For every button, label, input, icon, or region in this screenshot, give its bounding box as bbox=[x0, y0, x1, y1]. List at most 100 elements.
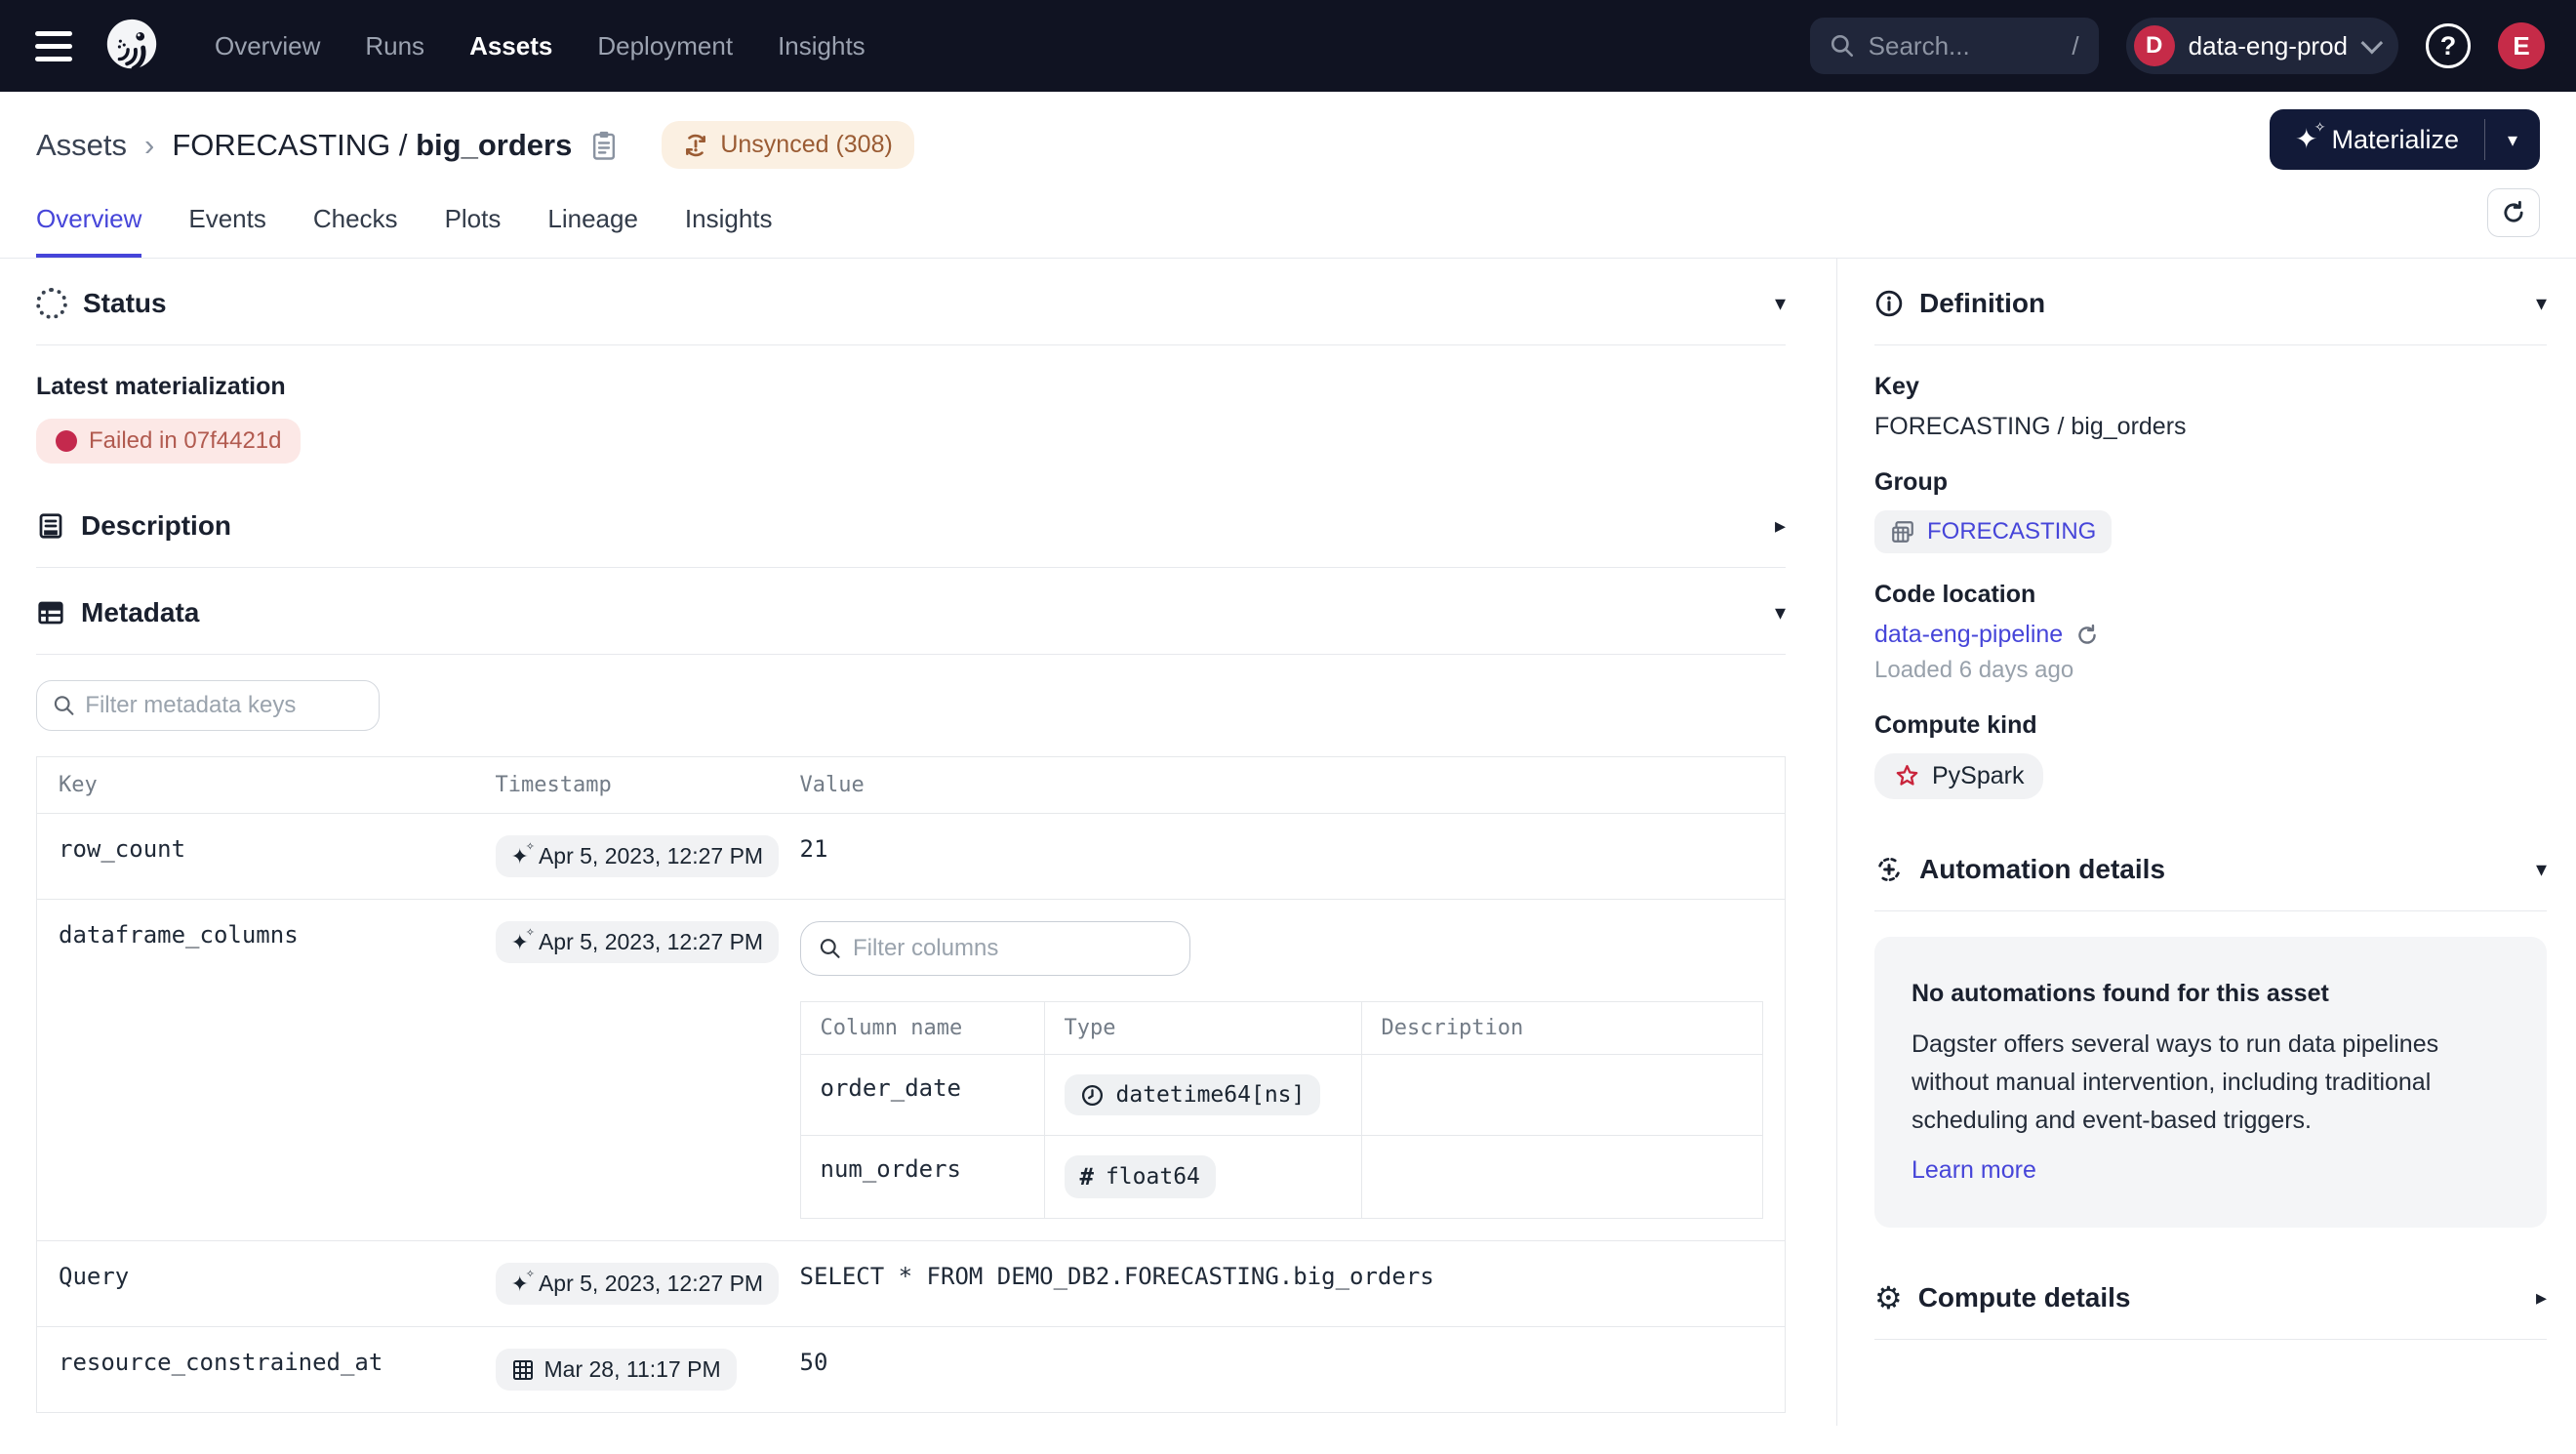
table-row: order_date datetime64[ns] bbox=[800, 1055, 1763, 1136]
materialize-button[interactable]: ✦✧ Materialize bbox=[2270, 109, 2484, 170]
hash-icon: # bbox=[1080, 1163, 1094, 1191]
table-row: resource_constrained_at Mar 28, 11:17 PM… bbox=[37, 1327, 1786, 1413]
column-name: order_date bbox=[800, 1055, 1044, 1136]
help-button[interactable]: ? bbox=[2426, 23, 2471, 68]
tab-checks[interactable]: Checks bbox=[313, 204, 398, 258]
sparkle-icon: ✦✧ bbox=[511, 1273, 529, 1295]
tab-insights[interactable]: Insights bbox=[685, 204, 773, 258]
timestamp-pill[interactable]: ✦✧Apr 5, 2023, 12:27 PM bbox=[496, 921, 780, 963]
compute-details-title: Compute details bbox=[1918, 1282, 2131, 1313]
no-automations-title: No automations found for this asset bbox=[1912, 980, 2510, 1008]
nav-item-overview[interactable]: Overview bbox=[215, 31, 320, 61]
metadata-filter-input[interactable] bbox=[85, 692, 363, 719]
metadata-key: dataframe_columns bbox=[37, 900, 474, 1241]
refresh-button[interactable] bbox=[2487, 188, 2540, 237]
definition-title: Definition bbox=[1919, 288, 2045, 319]
definition-collapse-caret[interactable]: ▾ bbox=[2536, 291, 2547, 316]
caret-down-icon: ▾ bbox=[2508, 128, 2517, 152]
nav-item-assets[interactable]: Assets bbox=[469, 31, 552, 61]
timestamp-pill[interactable]: ✦✧Apr 5, 2023, 12:27 PM bbox=[496, 1263, 780, 1305]
failed-badge-label: Failed in 07f4421d bbox=[89, 427, 281, 455]
deployment-switcher[interactable]: D data-eng-prod bbox=[2126, 18, 2398, 74]
global-search-input[interactable]: Search... / bbox=[1810, 18, 2099, 74]
table-row: row_count ✦✧Apr 5, 2023, 12:27 PM 21 bbox=[37, 814, 1786, 900]
columns-filter bbox=[800, 921, 1190, 976]
metadata-table-icon bbox=[36, 598, 65, 627]
timestamp-pill[interactable]: Mar 28, 11:17 PM bbox=[496, 1349, 737, 1391]
code-location-label: Code location bbox=[1874, 581, 2547, 609]
refresh-icon bbox=[2500, 199, 2527, 226]
metadata-title: Metadata bbox=[81, 597, 199, 628]
failed-dot-icon bbox=[56, 430, 77, 452]
status-icon bbox=[36, 288, 67, 319]
table-row: dataframe_columns ✦✧Apr 5, 2023, 12:27 P… bbox=[37, 900, 1786, 1241]
materialize-split-button: ✦✧ Materialize ▾ bbox=[2270, 109, 2540, 170]
table-row: num_orders # float64 bbox=[800, 1136, 1763, 1219]
status-collapse-caret[interactable]: ▾ bbox=[1775, 291, 1786, 316]
description-icon bbox=[36, 511, 65, 541]
search-icon bbox=[1830, 33, 1855, 59]
metadata-key: row_count bbox=[37, 814, 474, 900]
user-avatar[interactable]: E bbox=[2498, 22, 2545, 69]
group-name: FORECASTING bbox=[1927, 518, 2096, 545]
compute-details-section-header: ⚙ Compute details ▸ bbox=[1874, 1253, 2547, 1339]
hamburger-menu-icon[interactable] bbox=[31, 27, 74, 65]
tab-lineage[interactable]: Lineage bbox=[547, 204, 638, 258]
dataframe-columns-table: Column name Type Description order_date bbox=[800, 1001, 1764, 1219]
no-automations-body: Dagster offers several ways to run data … bbox=[1912, 1026, 2507, 1139]
compute-kind-label: Compute kind bbox=[1874, 711, 2547, 740]
nav-item-runs[interactable]: Runs bbox=[365, 31, 424, 61]
columns-header-type: Type bbox=[1044, 1002, 1361, 1055]
tab-plots[interactable]: Plots bbox=[445, 204, 502, 258]
definition-section-header: Definition ▾ bbox=[1874, 259, 2547, 344]
info-icon bbox=[1874, 289, 1904, 318]
metadata-filter bbox=[36, 680, 380, 731]
column-name: num_orders bbox=[800, 1136, 1044, 1219]
search-icon bbox=[53, 693, 75, 718]
metadata-header-key: Key bbox=[37, 757, 474, 814]
metadata-collapse-caret[interactable]: ▾ bbox=[1775, 600, 1786, 626]
key-value: FORECASTING / big_orders bbox=[1874, 413, 2547, 441]
deployment-badge: D bbox=[2134, 25, 2175, 66]
column-description bbox=[1361, 1055, 1763, 1136]
tab-events[interactable]: Events bbox=[188, 204, 266, 258]
top-navbar: Overview Runs Assets Deployment Insights… bbox=[0, 0, 2576, 92]
breadcrumb-assets-link[interactable]: Assets bbox=[36, 128, 127, 163]
table-row: Query ✦✧Apr 5, 2023, 12:27 PM SELECT * F… bbox=[37, 1241, 1786, 1327]
nav-item-deployment[interactable]: Deployment bbox=[597, 31, 733, 61]
reload-icon[interactable] bbox=[2074, 623, 2100, 648]
lineage-section-header: Lineage View in graph ▾ bbox=[36, 1413, 1786, 1454]
automation-collapse-caret[interactable]: ▾ bbox=[2536, 857, 2547, 882]
search-icon bbox=[819, 936, 841, 961]
code-location-loaded-status: Loaded 6 days ago bbox=[1874, 657, 2547, 684]
nav-item-insights[interactable]: Insights bbox=[778, 31, 865, 61]
clock-icon bbox=[1080, 1083, 1105, 1108]
description-section-header: Description ▸ bbox=[36, 481, 1786, 567]
unsynced-status-badge[interactable]: Unsynced (308) bbox=[662, 121, 913, 169]
materialize-dropdown-button[interactable]: ▾ bbox=[2485, 109, 2540, 170]
sparkle-icon: ✦✧ bbox=[2295, 126, 2317, 153]
pyspark-star-icon bbox=[1894, 763, 1920, 789]
dagster-logo-icon[interactable] bbox=[101, 16, 162, 76]
timestamp-pill[interactable]: ✦✧Apr 5, 2023, 12:27 PM bbox=[496, 835, 780, 877]
failed-run-badge[interactable]: Failed in 07f4421d bbox=[36, 419, 301, 464]
materialize-label: Materialize bbox=[2331, 125, 2459, 155]
description-expand-caret[interactable]: ▸ bbox=[1775, 513, 1786, 539]
tab-overview[interactable]: Overview bbox=[36, 204, 141, 258]
compute-kind-name: PySpark bbox=[1932, 762, 2024, 790]
copy-asset-key-icon[interactable] bbox=[589, 130, 619, 161]
code-location-link[interactable]: data-eng-pipeline bbox=[1874, 621, 2063, 649]
primary-nav: Overview Runs Assets Deployment Insights bbox=[215, 31, 865, 61]
metadata-section-header: Metadata ▾ bbox=[36, 568, 1786, 654]
metadata-value: SELECT * FROM DEMO_DB2.FORECASTING.big_o… bbox=[779, 1241, 1786, 1327]
sparkle-icon: ✦✧ bbox=[511, 932, 529, 953]
automation-title: Automation details bbox=[1919, 854, 2165, 885]
key-label: Key bbox=[1874, 373, 2547, 401]
learn-more-link[interactable]: Learn more bbox=[1912, 1156, 2036, 1185]
metadata-header-value: Value bbox=[779, 757, 1786, 814]
group-link-pill[interactable]: FORECASTING bbox=[1874, 510, 2112, 553]
columns-filter-input[interactable] bbox=[853, 935, 1172, 962]
type-badge: # float64 bbox=[1065, 1155, 1216, 1198]
compute-kind-badge[interactable]: PySpark bbox=[1874, 753, 2043, 799]
compute-details-expand-caret[interactable]: ▸ bbox=[2536, 1285, 2547, 1311]
